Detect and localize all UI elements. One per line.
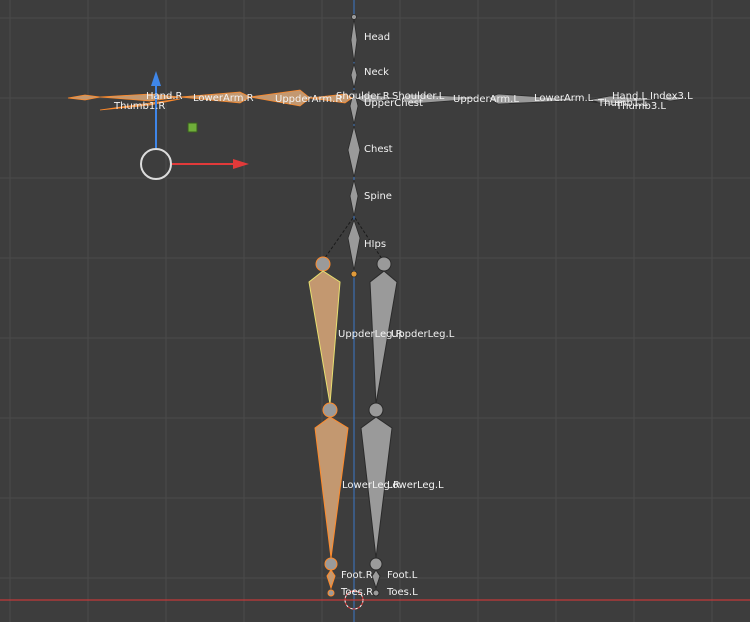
foot-l-head[interactable] [369, 557, 383, 571]
label-neck: Neck [364, 67, 389, 78]
label-foot-r: Foot.R [341, 570, 373, 581]
label-lower-leg-l: LowerLeg.L [387, 480, 444, 491]
label-toes-r: Toes.R [340, 587, 373, 598]
armature-scene[interactable]: Head Neck UpperChest Chest Spine HIps Sh… [0, 0, 750, 622]
label-shoulder-r: Shoulder.R [336, 91, 390, 102]
lower-leg-l-head[interactable] [368, 402, 384, 418]
label-thumb3-l: Thumb3.L [615, 101, 666, 112]
label-index-l: Index3.L [650, 91, 693, 102]
foot-r-head[interactable] [324, 557, 338, 571]
head-tip-joint[interactable] [351, 14, 357, 20]
label-lower-arm-l: LowerArm.L [534, 93, 594, 104]
upper-leg-l-head[interactable] [376, 256, 392, 272]
label-head: Head [364, 32, 390, 43]
bone-neck[interactable] [350, 62, 358, 89]
bone-hips[interactable] [347, 218, 361, 271]
label-thumb-r: Thumb1.R [113, 101, 165, 112]
label-shoulder-l: Shoulder.L [392, 91, 445, 102]
label-upper-leg-l: UppderLeg.L [391, 329, 455, 340]
label-lower-arm-r: LowerArm.R [193, 93, 254, 104]
bone-foot-l[interactable] [371, 569, 381, 590]
label-upper-arm-r: UppderArm.R [275, 94, 342, 105]
label-toes-l: Toes.L [386, 587, 418, 598]
toes-r-joint[interactable] [327, 589, 335, 597]
transform-gizmo[interactable] [140, 71, 249, 180]
bone-head[interactable] [350, 18, 358, 63]
bone-labels: Head Neck UpperChest Chest Spine HIps Sh… [113, 32, 693, 598]
toes-l-joint[interactable] [372, 589, 380, 597]
gizmo-y-arrow-icon[interactable] [151, 71, 161, 86]
3d-viewport[interactable]: Head Neck UpperChest Chest Spine HIps Sh… [0, 0, 750, 622]
label-hips: HIps [364, 239, 386, 250]
bone-fingers-r[interactable] [67, 94, 101, 101]
hips-root-joint[interactable] [350, 270, 358, 278]
upper-leg-r-head[interactable] [315, 256, 331, 272]
lower-leg-r-head[interactable] [322, 402, 338, 418]
square-pivot-icon[interactable] [187, 122, 198, 133]
bone-foot-r[interactable] [326, 569, 336, 590]
bone-chest[interactable] [347, 125, 361, 178]
bone-spine[interactable] [349, 179, 359, 217]
label-foot-l: Foot.L [387, 570, 418, 581]
label-upper-arm-l: UppderArm.L [453, 94, 519, 105]
label-chest: Chest [364, 144, 393, 155]
label-spine: Spine [364, 191, 392, 202]
spine-bones[interactable] [347, 14, 361, 278]
gizmo-x-arrow-icon[interactable] [233, 159, 249, 169]
